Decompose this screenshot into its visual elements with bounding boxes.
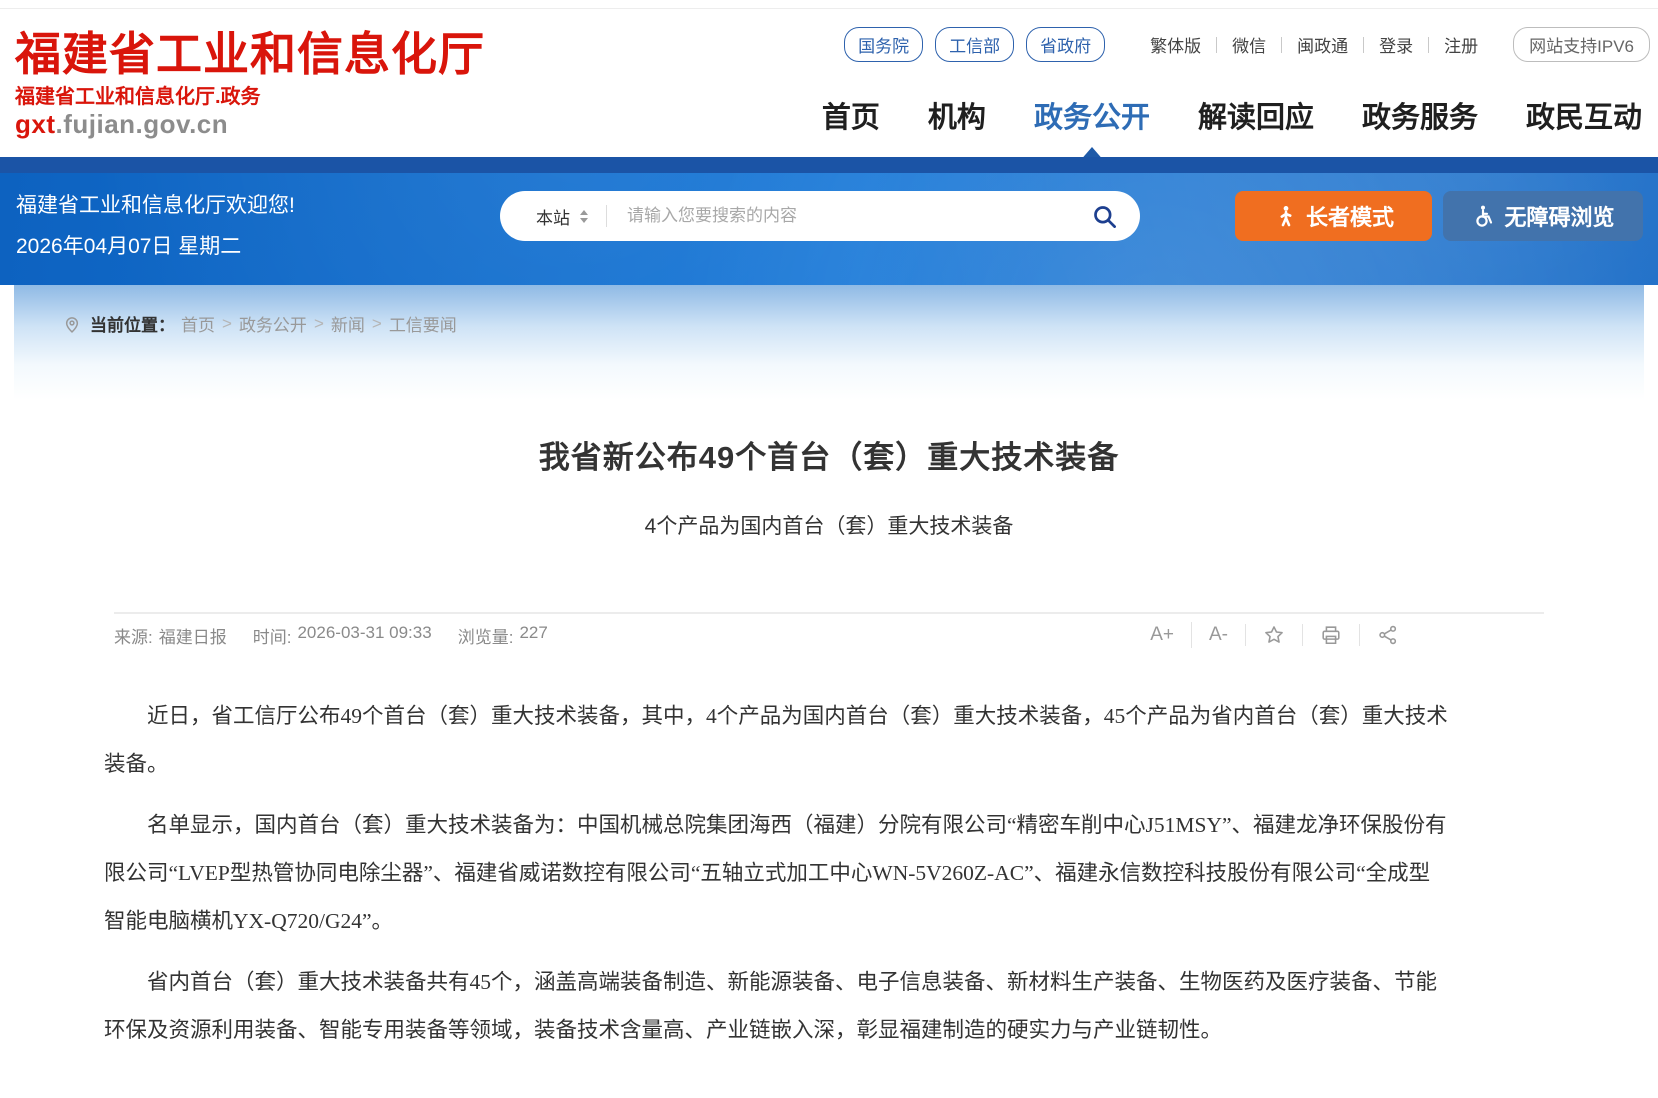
accessibility-label: 无障碍浏览 <box>1504 200 1614 232</box>
breadcrumb-label: 当前位置： <box>90 311 175 336</box>
article-tools: A+ A- <box>1133 622 1416 648</box>
search-input[interactable] <box>625 205 1091 227</box>
nav-item-organization[interactable]: 机构 <box>928 94 986 136</box>
article-title: 我省新公布49个首台（套）重大技术装备 <box>14 432 1644 477</box>
breadcrumb-separator: > <box>314 314 324 334</box>
separator <box>1428 37 1429 53</box>
meta-time: 时间: 2026-03-31 09:33 <box>253 623 432 648</box>
nav-item-gov-services[interactable]: 政务服务 <box>1362 94 1478 136</box>
share-icon <box>1377 624 1399 646</box>
breadcrumb-item-news[interactable]: 新闻 <box>331 311 365 336</box>
quick-link-state-council[interactable]: 国务院 <box>844 27 923 62</box>
elder-person-icon <box>1273 204 1297 228</box>
site-header: 福建省工业和信息化厅 福建省工业和信息化厅.政务 gxt.fujian.gov.… <box>0 0 1658 157</box>
search-icon[interactable] <box>1091 203 1118 230</box>
article-meta: 来源: 福建日报 时间: 2026-03-31 09:33 浏览量: 227 <box>114 623 548 648</box>
welcome-block: 福建省工业和信息化厅欢迎您! 2026年04月07日 星期二 <box>16 189 295 260</box>
paragraph: 省内首台（套）重大技术装备共有45个，涵盖高端装备制造、新能源装备、电子信息装备… <box>104 958 1448 1054</box>
elder-mode-button[interactable]: 长者模式 <box>1235 191 1432 241</box>
nav-item-interpretation[interactable]: 解读回应 <box>1198 94 1314 136</box>
nav-item-public-interaction[interactable]: 政民互动 <box>1526 94 1642 136</box>
meta-time-value: 2026-03-31 09:33 <box>297 623 431 648</box>
accessibility-button[interactable]: 无障碍浏览 <box>1443 191 1643 241</box>
site-url-prefix: gxt <box>15 109 56 139</box>
paragraph: 名单显示，国内首台（套）重大技术装备为：中国机械总院集团海西（福建）分院有限公司… <box>104 801 1448 945</box>
content-card: 当前位置： 首页 > 政务公开 > 新闻 > 工信要闻 我省新公布49个首台（套… <box>14 285 1644 1098</box>
breadcrumb: 当前位置： 首页 > 政务公开 > 新闻 > 工信要闻 <box>14 285 1644 336</box>
elder-mode-label: 长者模式 <box>1306 200 1394 232</box>
separator <box>1281 37 1282 53</box>
welcome-text: 福建省工业和信息化厅欢迎您! <box>16 189 295 219</box>
main-nav: 首页 机构 政务公开 解读回应 政务服务 政民互动 <box>822 94 1642 136</box>
top-utility-bar: 国务院 工信部 省政府 繁体版 微信 闽政通 登录 注册 网站支持IPV6 <box>844 27 1650 62</box>
banner: 福建省工业和信息化厅欢迎您! 2026年04月07日 星期二 本站 长者模式 <box>0 157 1658 285</box>
breadcrumb-item-gov-affairs[interactable]: 政务公开 <box>239 311 307 336</box>
meta-time-label: 时间: <box>253 623 292 648</box>
paragraph: 近日，省工信厅公布49个首台（套）重大技术装备，其中，4个产品为国内首台（套）重… <box>104 692 1448 788</box>
meta-source: 来源: 福建日报 <box>114 623 227 648</box>
font-increase-button[interactable]: A+ <box>1133 622 1191 648</box>
site-url-suffix: .fujian.gov.cn <box>56 109 229 139</box>
link-login[interactable]: 登录 <box>1368 32 1424 57</box>
ipv6-badge: 网站支持IPV6 <box>1513 27 1650 62</box>
separator <box>1216 37 1217 53</box>
print-button[interactable] <box>1302 624 1359 646</box>
breadcrumb-item-industry-news[interactable]: 工信要闻 <box>389 311 457 336</box>
printer-icon <box>1320 624 1342 646</box>
article-meta-bar: 来源: 福建日报 时间: 2026-03-31 09:33 浏览量: 227 A… <box>114 612 1544 648</box>
search-scope-select[interactable]: 本站 <box>536 204 588 229</box>
quick-link-miit[interactable]: 工信部 <box>935 27 1014 62</box>
nav-item-gov-affairs[interactable]: 政务公开 <box>1034 94 1150 136</box>
search-scope-label: 本站 <box>536 204 570 229</box>
share-button[interactable] <box>1359 624 1416 646</box>
location-pin-icon <box>62 314 82 334</box>
star-icon <box>1263 624 1285 646</box>
site-title: 福建省工业和信息化厅 <box>15 32 485 78</box>
article-body: 近日，省工信厅公布49个首台（套）重大技术装备，其中，4个产品为国内首台（套）重… <box>14 692 1644 1054</box>
site-subtitle: 福建省工业和信息化厅.政务 <box>15 87 485 107</box>
link-traditional-chinese[interactable]: 繁体版 <box>1139 32 1212 57</box>
meta-source-value: 福建日报 <box>159 623 227 648</box>
meta-views-value: 227 <box>519 623 547 648</box>
breadcrumb-item-home[interactable]: 首页 <box>181 311 215 336</box>
quick-link-provincial-gov[interactable]: 省政府 <box>1026 27 1105 62</box>
nav-item-label: 政务公开 <box>1034 102 1150 134</box>
top-divider <box>0 0 1658 9</box>
wheelchair-icon <box>1471 204 1495 228</box>
select-arrows-icon <box>580 210 588 223</box>
article-subtitle: 4个产品为国内首台（套）重大技术装备 <box>14 510 1644 540</box>
meta-source-label: 来源: <box>114 623 153 648</box>
utility-links: 繁体版 微信 闽政通 登录 注册 <box>1139 32 1489 57</box>
separator <box>1363 37 1364 53</box>
breadcrumb-separator: > <box>222 314 232 334</box>
site-logo: 福建省工业和信息化厅 福建省工业和信息化厅.政务 gxt.fujian.gov.… <box>15 32 485 137</box>
breadcrumb-separator: > <box>372 314 382 334</box>
link-register[interactable]: 注册 <box>1433 32 1489 57</box>
meta-views: 浏览量: 227 <box>458 623 548 648</box>
site-url: gxt.fujian.gov.cn <box>15 111 485 137</box>
separator <box>606 205 607 227</box>
link-wechat[interactable]: 微信 <box>1221 32 1277 57</box>
link-minzhengtong[interactable]: 闽政通 <box>1286 32 1359 57</box>
current-date: 2026年04月07日 星期二 <box>16 230 295 260</box>
search-bar: 本站 <box>500 191 1140 241</box>
meta-views-label: 浏览量: <box>458 623 514 648</box>
favorite-button[interactable] <box>1245 624 1302 646</box>
font-decrease-button[interactable]: A- <box>1191 622 1245 648</box>
nav-item-home[interactable]: 首页 <box>822 94 880 136</box>
